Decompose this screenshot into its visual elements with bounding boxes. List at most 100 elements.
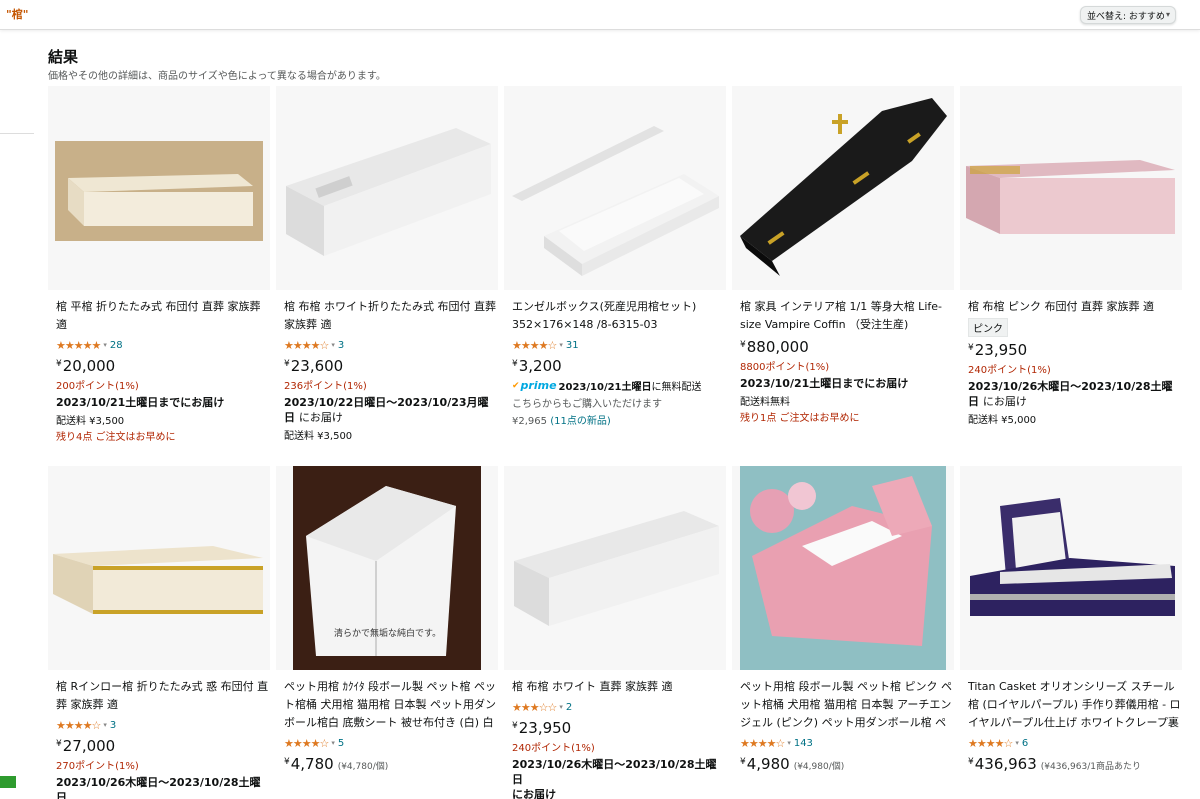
chevron-down-icon: ▾ [1165,10,1170,19]
product-image[interactable] [504,86,726,290]
product-card[interactable]: 棺 布棺 ホワイト折りたたみ式 布団付 直葬 家族葬 適 ★★★★☆ ▾ 3 ¥… [276,86,498,458]
price[interactable]: ¥880,000 [740,338,954,356]
price[interactable]: ¥23,600 [284,357,498,375]
star-rating-icon: ★★★★☆ [740,736,785,750]
star-rating-icon: ★★★★☆ [284,736,329,750]
results-title: 結果 [48,48,79,66]
product-title[interactable]: 棺 Rインロー棺 折りたたみ式 惑 布団付 直葬 家族葬 適 [56,678,270,714]
star-rating-icon: ★★★★☆ [968,736,1013,750]
price-value: 27,000 [62,737,116,755]
product-card[interactable]: エンゼルボックス(死産児用棺セット) 352×176×148 /8-6315-0… [504,86,726,458]
product-title[interactable]: ペット用棺 ｶｸｲﾀ 段ボール製 ペット棺 ペット棺桶 犬用棺 猫用棺 日本製 … [284,678,498,732]
price-value: 23,950 [974,341,1028,359]
results-subtitle: 価格やその他の詳細は、商品のサイズや色によって異なる場合があります。 [48,71,386,82]
points: 270ポイント(1%) [56,761,139,772]
product-image[interactable] [48,466,270,670]
price-value: 880,000 [746,338,809,356]
product-image[interactable] [960,86,1182,290]
cream-coffin-image [53,546,263,614]
rating-row[interactable]: ★★★★☆ ▾ 143 [740,735,954,751]
unit-price: (¥4,780/個) [337,762,389,772]
product-image[interactable]: 清らかで無垢な純白です。 [276,466,498,670]
product-card[interactable]: 棺 平棺 折りたたみ式 布団付 直葬 家族葬 適 ★★★★★ ▾ 28 ¥20,… [48,86,270,458]
review-count[interactable]: 31 [566,340,579,351]
price[interactable]: ¥4,780 (¥4,780/個) [284,755,498,773]
white-coffin-image [514,511,719,626]
light-wood-coffin-image [55,141,263,241]
check-icon: ✔ [512,380,520,391]
shipping-fee: 配送料無料 [740,397,790,408]
price[interactable]: ¥23,950 [512,719,726,737]
rating-row[interactable]: ★★★☆☆ ▾ 2 [512,699,726,715]
sort-dropdown[interactable]: 並べ替え: おすすめ ▾ [1080,6,1176,24]
review-count[interactable]: 3 [110,720,116,731]
rating-row[interactable]: ★★★★☆ ▾ 3 [56,717,270,733]
black-vampire-coffin-image [740,98,947,276]
points: 236ポイント(1%) [284,381,367,392]
delivery-date: 2023/10/26木曜日～2023/10/28土曜日 [56,776,261,799]
product-image[interactable] [960,466,1182,670]
price-value: 4,780 [290,755,334,773]
new-offers-link[interactable]: (11点の新品) [550,416,611,427]
product-title[interactable]: 棺 布棺 ホワイト 直葬 家族葬 適 [512,678,726,696]
stock-warning: 残り4点 ご注文はお早めに [56,432,176,443]
price-value: 3,200 [518,357,562,375]
product-title[interactable]: 棺 平棺 折りたたみ式 布団付 直葬 家族葬 適 [56,298,270,334]
review-count[interactable]: 2 [566,702,572,713]
price-value: 23,950 [518,719,572,737]
rating-row[interactable]: ★★★★☆ ▾ 31 [512,337,726,353]
chevron-down-icon: ▾ [103,341,107,349]
delivery-date: 2023/10/26木曜日～2023/10/28土曜日 にお届け [512,758,717,799]
review-count[interactable]: 28 [110,340,123,351]
product-title[interactable]: 棺 布棺 ピンク 布団付 直葬 家族葬 適 [968,298,1182,316]
star-rating-icon: ★★★☆☆ [512,700,557,714]
star-rating-icon: ★★★★☆ [512,338,557,352]
product-title[interactable]: 棺 布棺 ホワイト折りたたみ式 布団付 直葬 家族葬 適 [284,298,498,334]
delivery-date: 2023/10/21土曜日までにお届け [740,377,909,390]
search-query: "棺" [6,8,29,21]
variant-chip[interactable]: ピンク [968,318,1008,337]
price[interactable]: ¥23,950 [968,341,1182,359]
price[interactable]: ¥27,000 [56,737,270,755]
review-count[interactable]: 3 [338,340,344,351]
price[interactable]: ¥20,000 [56,357,270,375]
chevron-down-icon: ▾ [559,703,563,711]
product-card[interactable]: ペット用棺 段ボール製 ペット棺 ピンク ペット棺桶 犬用棺 猫用棺 日本製 ア… [732,466,954,799]
product-card[interactable]: 棺 布棺 ホワイト 直葬 家族葬 適 ★★★☆☆ ▾ 2 ¥23,950 240… [504,466,726,799]
price[interactable]: ¥3,200 [512,357,726,375]
price[interactable]: ¥4,980 (¥4,980/個) [740,755,954,773]
product-card[interactable]: 清らかで無垢な純白です。 ペット用棺 ｶｸｲﾀ 段ボール製 ペット棺 ペット棺桶… [276,466,498,799]
product-card[interactable]: 棺 布棺 ピンク 布団付 直葬 家族葬 適 ピンク ¥23,950 240ポイン… [960,86,1182,458]
product-title[interactable]: Titan Casket オリオンシリーズ スチール棺 (ロイヤルパープル) 手… [968,678,1182,732]
price-value: 436,963 [974,755,1037,773]
product-title[interactable]: 棺 家具 インテリア棺 1/1 等身大棺 Life-size Vampire C… [740,298,954,334]
star-rating-icon: ★★★★☆ [56,718,101,732]
review-count[interactable]: 6 [1022,738,1028,749]
price[interactable]: ¥436,963 (¥436,963/1商品あたり [968,755,1182,773]
rating-row[interactable]: ★★★★☆ ▾ 5 [284,735,498,751]
points: 240ポイント(1%) [512,743,595,754]
image-caption: 清らかで無垢な純白です。 [334,627,441,639]
review-count[interactable]: 5 [338,738,344,749]
product-image[interactable] [732,86,954,290]
rating-row[interactable]: ★★★★☆ ▾ 3 [284,337,498,353]
product-image[interactable] [732,466,954,670]
points: 240ポイント(1%) [968,365,1051,376]
used-offer[interactable]: ¥2,965 (11点の新品) [512,412,726,427]
rating-row[interactable]: ★★★★★ ▾ 28 [56,337,270,353]
rating-row[interactable]: ★★★★☆ ▾ 6 [968,735,1182,751]
product-image[interactable] [48,86,270,290]
search-header: "棺" 並べ替え: おすすめ ▾ [0,0,1200,30]
product-title[interactable]: ペット用棺 段ボール製 ペット棺 ピンク ペット棺桶 犬用棺 猫用棺 日本製 ア… [740,678,954,732]
product-image[interactable] [276,86,498,290]
pink-coffin-image [966,160,1175,234]
prime-delivery: ✔ prime 2023/10/21土曜日 に無料配送 [512,379,702,393]
chevron-down-icon: ▾ [331,341,335,349]
product-card[interactable]: 棺 家具 インテリア棺 1/1 等身大棺 Life-size Vampire C… [732,86,954,458]
product-card[interactable]: Titan Casket オリオンシリーズ スチール棺 (ロイヤルパープル) 手… [960,466,1182,799]
product-image[interactable] [504,466,726,670]
white-coffin-image [286,128,491,256]
product-card[interactable]: 棺 Rインロー棺 折りたたみ式 惑 布団付 直葬 家族葬 適 ★★★★☆ ▾ 3… [48,466,270,799]
review-count[interactable]: 143 [794,738,813,749]
product-title[interactable]: エンゼルボックス(死産児用棺セット) 352×176×148 /8-6315-0… [512,298,726,334]
